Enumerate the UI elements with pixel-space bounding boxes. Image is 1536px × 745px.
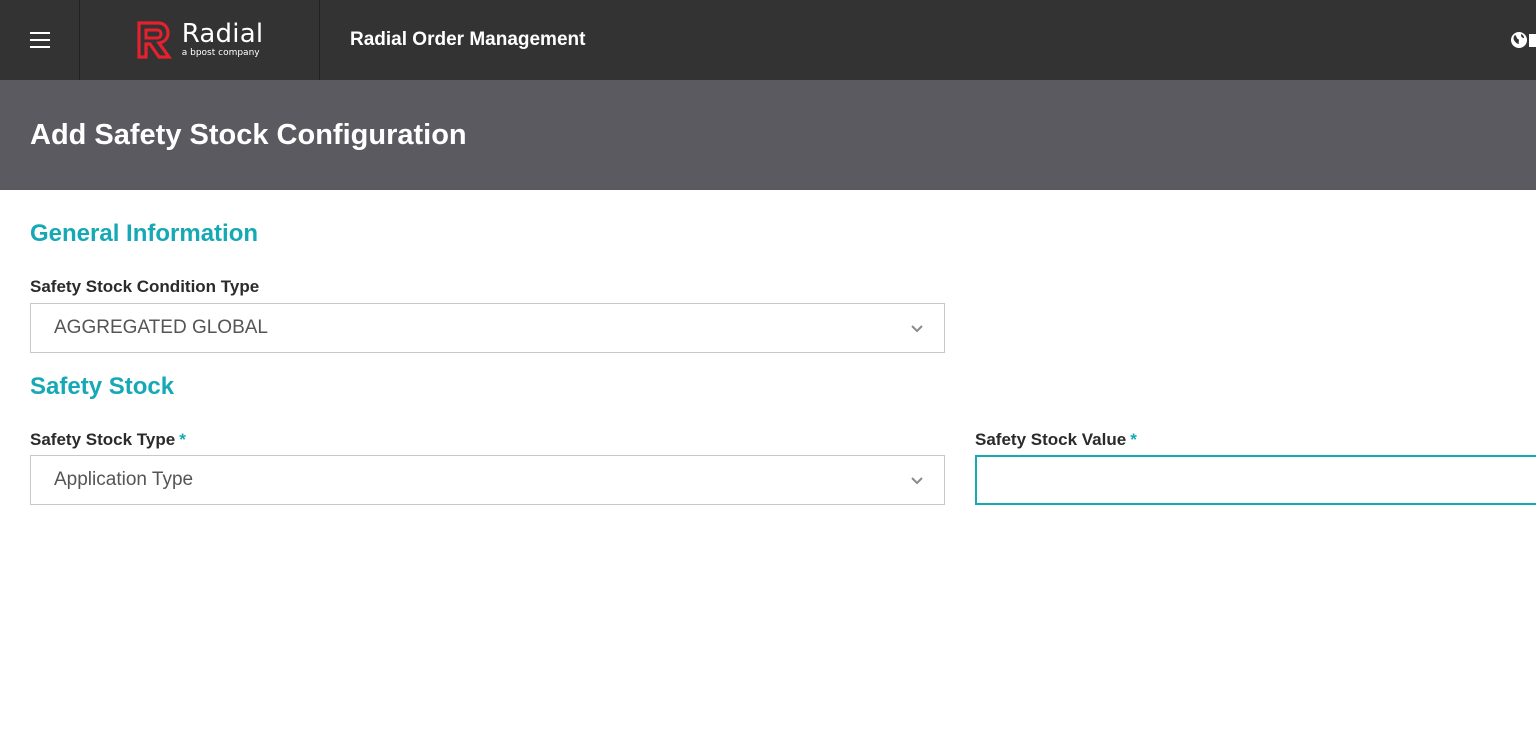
safety-stock-type-value: Application Type [54, 469, 194, 490]
language-selector-label[interactable] [1529, 34, 1536, 47]
safety-stock-value-label-text: Safety Stock Value [975, 430, 1127, 449]
globe-icon[interactable] [1510, 31, 1528, 49]
required-marker: * [179, 430, 186, 449]
safety-stock-type-label-text: Safety Stock Type [30, 430, 176, 449]
required-marker: * [1130, 430, 1137, 449]
brand-tagline: a bpost company [181, 48, 260, 58]
condition-type-label-text: Safety Stock Condition Type [30, 277, 260, 296]
safety-stock-type-select[interactable]: Application Type [30, 455, 945, 505]
page-header: Add Safety Stock Configuration [0, 80, 1536, 190]
brand-name: Radial [181, 19, 264, 49]
safety-stock-value-input[interactable] [975, 455, 1536, 505]
top-navigation-bar: Radial a bpost company Radial Order Mana… [0, 0, 1536, 80]
general-information-heading: General Information [30, 220, 259, 247]
safety-stock-type-label: Safety Stock Type * [30, 430, 186, 450]
radial-logo-icon [137, 21, 172, 59]
menu-button[interactable] [0, 0, 80, 80]
app-title: Radial Order Management [350, 29, 586, 50]
condition-type-label: Safety Stock Condition Type [30, 277, 259, 297]
chevron-down-icon [911, 325, 923, 333]
safety-stock-value-label: Safety Stock Value * [975, 430, 1137, 450]
condition-type-value: AGGREGATED GLOBAL [54, 317, 268, 338]
brand-logo[interactable]: Radial a bpost company [80, 0, 320, 80]
safety-stock-heading: Safety Stock [30, 373, 175, 400]
condition-type-select[interactable]: AGGREGATED GLOBAL [30, 303, 945, 353]
page-title: Add Safety Stock Configuration [30, 118, 467, 151]
hamburger-icon [29, 32, 50, 48]
chevron-down-icon [911, 477, 923, 485]
